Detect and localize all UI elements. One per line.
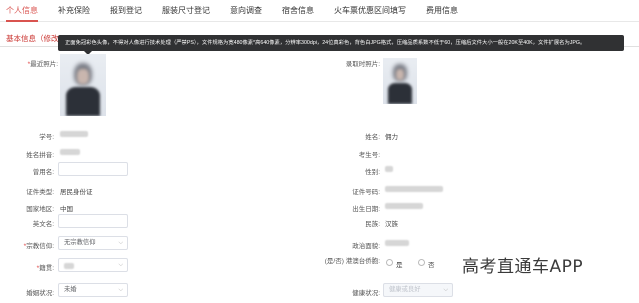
ethnic-value: 汉族 bbox=[385, 221, 398, 228]
marital-select[interactable]: 未婚 ⌵ bbox=[58, 283, 128, 297]
tab-supplementary-insurance[interactable]: 补充保险 bbox=[58, 0, 90, 22]
watermark-text: 高考直通车APP bbox=[462, 257, 584, 277]
photo-requirements-tooltip: 正面免冠彩色头像，不得对人像进行技术处理（严禁PS），文件规格为宽480像素*高… bbox=[58, 35, 624, 51]
name-value: 佣力 bbox=[385, 134, 398, 141]
health-select[interactable]: 健康或良好 ⌵ bbox=[383, 283, 453, 297]
religion-label: *宗教信仰: bbox=[23, 243, 54, 250]
political-value bbox=[385, 240, 409, 246]
health-label: 健康状况: bbox=[352, 290, 380, 297]
admission-photo-label: 录取时照片: bbox=[345, 61, 380, 68]
id-no-label: 证件号码: bbox=[352, 189, 380, 196]
religion-select[interactable]: 无宗教信仰 ⌵ bbox=[58, 236, 128, 250]
tab-registration[interactable]: 报到登记 bbox=[110, 0, 142, 22]
gender-label: 性别: bbox=[365, 169, 380, 176]
id-type-label: 证件类型: bbox=[26, 189, 54, 196]
student-id-value bbox=[60, 131, 88, 137]
hkmt-yes-radio[interactable] bbox=[386, 259, 393, 266]
section-title: 基本信息（修改 bbox=[6, 34, 59, 43]
tab-fees[interactable]: 费用信息 bbox=[426, 0, 458, 22]
birth-label: 出生日期: bbox=[352, 206, 380, 213]
exam-no-label: 考生号: bbox=[358, 152, 380, 159]
former-name-label: 曾用名: bbox=[32, 169, 54, 176]
chevron-down-icon: ⌵ bbox=[118, 287, 123, 293]
hkmt-yes-label: 是 bbox=[396, 262, 403, 269]
chevron-down-icon: ⌵ bbox=[443, 287, 448, 293]
tab-dormitory[interactable]: 宿舍信息 bbox=[282, 0, 314, 22]
name-label: 姓名: bbox=[365, 134, 380, 141]
gender-value bbox=[385, 166, 393, 172]
student-id-label: 学号: bbox=[39, 134, 54, 141]
chevron-down-icon: ⌵ bbox=[118, 240, 123, 246]
tab-bar: 个人信息 补充保险 报到登记 服装尺寸登记 意向调查 宿舍信息 火车票优惠区间填… bbox=[0, 0, 639, 22]
tab-intention-survey[interactable]: 意向调查 bbox=[230, 0, 262, 22]
english-name-input[interactable] bbox=[58, 214, 128, 228]
pinyin-label: 姓名拼音: bbox=[26, 152, 54, 159]
id-type-value: 居民身份证 bbox=[60, 189, 93, 196]
chevron-down-icon: ⌵ bbox=[118, 262, 123, 268]
hkmt-no-label: 否 bbox=[428, 262, 435, 269]
marital-label: 婚姻状况: bbox=[26, 290, 54, 297]
region-value: 中国 bbox=[60, 206, 73, 213]
former-name-input[interactable] bbox=[58, 162, 128, 176]
hkmt-no-radio[interactable] bbox=[418, 259, 425, 266]
political-label: 政治面貌: bbox=[352, 243, 380, 250]
birth-value bbox=[385, 203, 423, 209]
origin-label: *籍贯: bbox=[36, 265, 54, 272]
pinyin-value bbox=[60, 149, 80, 155]
tab-personal-info[interactable]: 个人信息 bbox=[6, 0, 38, 22]
origin-select[interactable]: ⌵ bbox=[58, 258, 128, 272]
region-label: 国家地区: bbox=[26, 206, 54, 213]
ethnic-label: 民族: bbox=[365, 221, 380, 228]
tab-clothing-size[interactable]: 服装尺寸登记 bbox=[162, 0, 210, 22]
id-no-value bbox=[385, 186, 443, 192]
recent-photo-label: *最近照片: bbox=[27, 61, 58, 68]
tab-train-ticket[interactable]: 火车票优惠区间填写 bbox=[334, 0, 406, 22]
hkmt-label: (是/否) 港澳台侨胞: bbox=[324, 258, 380, 265]
recent-photo[interactable] bbox=[60, 54, 106, 116]
english-name-label: 英文名: bbox=[32, 221, 54, 228]
admission-photo bbox=[383, 58, 417, 104]
